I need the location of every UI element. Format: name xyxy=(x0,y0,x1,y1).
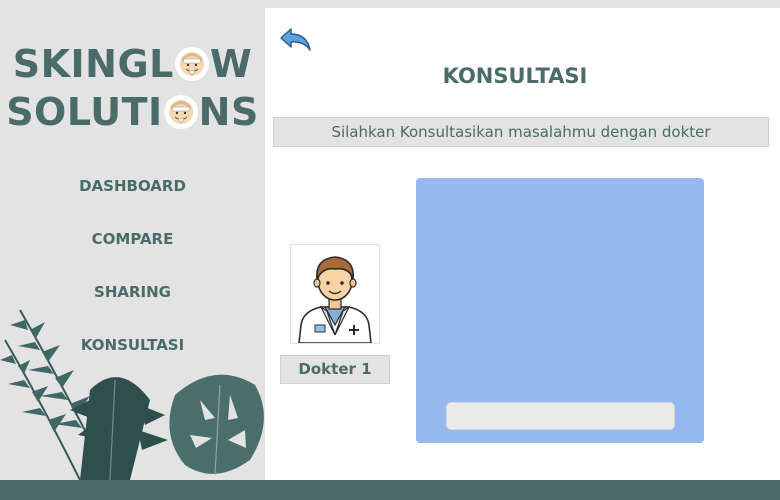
back-arrow-icon[interactable] xyxy=(277,26,313,60)
main-panel: KONSULTASI Silahkan Konsultasikan masala… xyxy=(265,8,780,480)
chat-message-input[interactable] xyxy=(446,402,675,430)
doctor-name-label[interactable]: Dokter 1 xyxy=(280,355,390,384)
page-subtitle: Silahkan Konsultasikan masalahmu dengan … xyxy=(273,117,769,147)
face-mask-icon xyxy=(163,95,198,129)
brand-text-2a: SOLUTI xyxy=(6,90,163,134)
sidebar-item-dashboard[interactable]: DASHBOARD xyxy=(0,170,265,223)
chat-panel xyxy=(416,178,704,443)
brand-line-2: SOLUTI NS xyxy=(0,88,265,136)
brand-logo: SKINGL W SOLUTI NS xyxy=(0,40,265,136)
brand-text-2b: NS xyxy=(198,90,259,134)
sidebar-item-compare[interactable]: COMPARE xyxy=(0,223,265,276)
brand-text-1a: SKINGL xyxy=(12,42,174,86)
page-title: KONSULTASI xyxy=(442,64,588,88)
bottom-bar xyxy=(0,480,780,500)
face-mask-icon xyxy=(174,47,209,81)
decorative-leaves xyxy=(0,309,264,480)
sidebar: SKINGL W SOLUTI NS DASHBOARD COMPARE SHA… xyxy=(0,0,265,480)
brand-line-1: SKINGL W xyxy=(0,40,265,88)
brand-text-1b: W xyxy=(209,42,253,86)
doctor-avatar-icon[interactable] xyxy=(290,244,380,344)
